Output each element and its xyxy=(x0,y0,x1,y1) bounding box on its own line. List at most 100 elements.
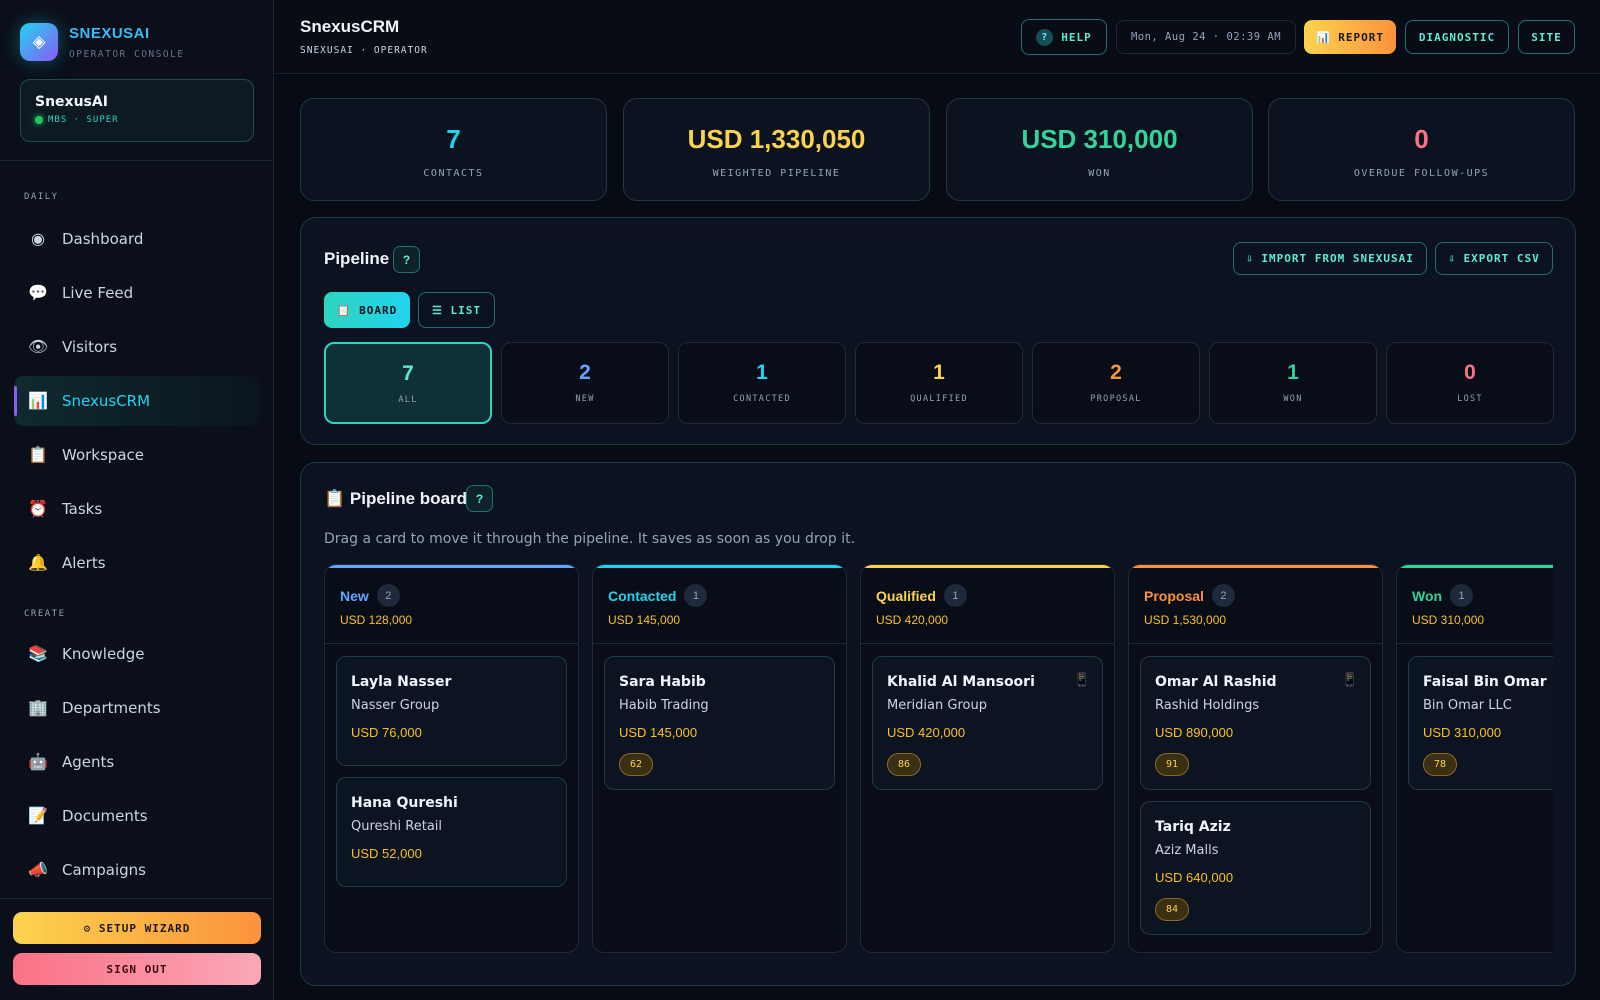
company-name: Habib Trading xyxy=(619,698,709,713)
deal-card[interactable]: Omar Al Rashid Rashid Holdings USD 890,000… xyxy=(1140,656,1371,790)
list-view-button[interactable]: ☰ LIST xyxy=(418,292,495,328)
sidebar-item-snexuscrm[interactable]: 📊 SnexusCRM xyxy=(14,376,261,426)
account-card[interactable]: SnexusAI MBS · SUPER xyxy=(20,79,254,142)
deal-amount: USD 890,000 xyxy=(1155,725,1234,740)
knowledge-icon: 📚 xyxy=(28,646,48,663)
column-title: Contacted xyxy=(608,587,677,604)
column-count-badge: 1 xyxy=(684,584,708,607)
stat-value: 7 xyxy=(446,124,461,154)
kanban-column-qualified[interactable]: Qualified 1 USD 420,000 Khalid Al Mansoori M… xyxy=(860,564,1115,953)
kanban-column-won[interactable]: Won 1 USD 310,000 Faisal Bin Omar Bin Omar L… xyxy=(1396,564,1553,953)
stage-count: 7 xyxy=(402,362,414,385)
sidebar-item-label: Workspace xyxy=(62,446,144,464)
pipeline-panel: Pipeline ? ⇩ IMPORT FROM SNEXUSAI ⇩ EXPO… xyxy=(300,217,1576,445)
sidebar-item-label: SnexusCRM xyxy=(62,392,151,410)
import-from-snexusai-button[interactable]: ⇩ IMPORT FROM SNEXUSAI xyxy=(1233,242,1427,275)
stage-filter-contacted[interactable]: 1 CONTACTED xyxy=(678,342,846,424)
deal-amount: USD 145,000 xyxy=(619,725,698,740)
sidebar-item-agents[interactable]: 🤖 Agents xyxy=(14,737,261,787)
column-count-badge: 1 xyxy=(943,584,967,607)
sidebar: ◈ SNEXUSAI OPERATOR CONSOLE SnexusAI MBS… xyxy=(0,0,274,1000)
sidebar-item-tasks[interactable]: ⏰ Tasks xyxy=(14,484,261,534)
brand-logo-icon: ◈ xyxy=(20,23,58,61)
lead-score-badge: 84 xyxy=(1155,898,1189,921)
deal-amount: USD 76,000 xyxy=(351,725,422,740)
sidebar-item-workspace[interactable]: 📋 Workspace xyxy=(14,430,261,480)
stage-filter-lost[interactable]: 0 LOST xyxy=(1386,342,1554,424)
topbar: SnexusCRM SNEXUSAI · OPERATOR ? HELP Mon… xyxy=(275,0,1600,74)
kanban-column-proposal[interactable]: Proposal 2 USD 1,530,000 Omar Al Rashid Rash… xyxy=(1128,564,1383,953)
deal-amount: USD 640,000 xyxy=(1155,870,1234,885)
company-name: Bin Omar LLC xyxy=(1423,698,1512,713)
deal-card[interactable]: Tariq Aziz Aziz Malls USD 640,000 84 xyxy=(1140,801,1371,935)
deal-card[interactable]: Khalid Al Mansoori Meridian Group USD 420,… xyxy=(872,656,1103,790)
stage-filter-proposal[interactable]: 2 PROPOSAL xyxy=(1032,342,1200,424)
kanban-column-new[interactable]: New 2 USD 128,000 Layla Nasser Nasser Group U… xyxy=(324,564,579,953)
phone-icon[interactable]: 📱 xyxy=(1342,672,1358,688)
column-divider xyxy=(593,643,846,644)
stage-label: ALL xyxy=(398,395,418,405)
sidebar-item-label: Live Feed xyxy=(62,284,134,302)
column-total: USD 145,000 xyxy=(608,613,681,627)
stat-value: 0 xyxy=(1414,124,1429,154)
stat-label: WEIGHTED PIPELINE xyxy=(712,168,841,179)
stage-label: WON xyxy=(1283,394,1303,404)
sidebar-item-live-feed[interactable]: 💬 Live Feed xyxy=(14,268,261,318)
stage-filter-new[interactable]: 2 NEW xyxy=(501,342,669,424)
brand: ◈ SNEXUSAI OPERATOR CONSOLE xyxy=(20,23,185,61)
column-title: Won xyxy=(1412,587,1443,604)
stage-filter-qualified[interactable]: 1 QUALIFIED xyxy=(855,342,1023,424)
column-divider xyxy=(1397,643,1553,644)
column-accent-bar xyxy=(593,565,846,568)
site-button[interactable]: SITE xyxy=(1518,20,1575,54)
deal-amount: USD 420,000 xyxy=(887,725,966,740)
contact-name: Tariq Aziz xyxy=(1155,819,1231,835)
sidebar-item-dashboard[interactable]: ◉ Dashboard xyxy=(14,214,261,264)
setup-wizard-button[interactable]: ⚙ SETUP WIZARD xyxy=(13,912,261,944)
stage-count: 1 xyxy=(1287,361,1299,384)
stat-value: USD 310,000 xyxy=(1021,124,1178,154)
column-header: New 2 xyxy=(340,584,400,607)
deal-amount: USD 52,000 xyxy=(351,846,422,861)
deal-amount: USD 310,000 xyxy=(1423,725,1502,740)
board-view-button[interactable]: 📋 BOARD xyxy=(324,292,410,328)
stat-label: CONTACTS xyxy=(423,168,484,179)
sidebar-item-documents[interactable]: 📝 Documents xyxy=(14,791,261,841)
sidebar-item-departments[interactable]: 🏢 Departments xyxy=(14,683,261,733)
sidebar-item-alerts[interactable]: 🔔 Alerts xyxy=(14,538,261,588)
deal-card[interactable]: Sara Habib Habib Trading USD 145,000 62 xyxy=(604,656,835,790)
pipeline-board-description: Drag a card to move it through the pipel… xyxy=(324,531,856,547)
documents-icon: 📝 xyxy=(28,808,48,825)
sidebar-item-label: Dashboard xyxy=(62,230,144,248)
company-name: Qureshi Retail xyxy=(351,819,443,834)
contact-name: Faisal Bin Omar xyxy=(1423,674,1547,690)
stage-filter-all[interactable]: 7 ALL xyxy=(324,342,492,424)
stage-count: 0 xyxy=(1464,361,1476,384)
sidebar-item-knowledge[interactable]: 📚 Knowledge xyxy=(14,629,261,679)
sidebar-item-visitors[interactable]: 👁 Visitors xyxy=(14,322,261,372)
kanban-columns[interactable]: New 2 USD 128,000 Layla Nasser Nasser Group U… xyxy=(324,564,1553,954)
report-button[interactable]: 📊 REPORT xyxy=(1304,20,1396,54)
help-icon: ? xyxy=(1036,28,1054,46)
deal-card[interactable]: Hana Qureshi Qureshi Retail USD 52,000 xyxy=(336,777,567,887)
deal-card[interactable]: Faisal Bin Omar Bin Omar LLC USD 310,000 78 xyxy=(1408,656,1553,790)
column-count-badge: 1 xyxy=(1450,584,1474,607)
sign-out-button[interactable]: SIGN OUT xyxy=(13,953,261,985)
sidebar-item-campaigns[interactable]: 📣 Campaigns xyxy=(14,845,261,895)
help-button[interactable]: ? HELP xyxy=(1021,19,1107,55)
lead-score-badge: 62 xyxy=(619,753,653,776)
export-csv-button[interactable]: ⇩ EXPORT CSV xyxy=(1435,242,1553,275)
column-accent-bar xyxy=(861,565,1114,568)
contact-name: Layla Nasser xyxy=(351,674,452,690)
deal-card[interactable]: Layla Nasser Nasser Group USD 76,000 xyxy=(336,656,567,766)
stage-filter-won[interactable]: 1 WON xyxy=(1209,342,1377,424)
stage-count: 1 xyxy=(933,361,945,384)
lead-score-badge: 78 xyxy=(1423,753,1457,776)
phone-icon[interactable]: 📱 xyxy=(1074,672,1090,688)
column-title: New xyxy=(340,587,369,604)
diagnostic-button[interactable]: DIAGNOSTIC xyxy=(1405,20,1509,54)
kanban-column-contacted[interactable]: Contacted 1 USD 145,000 Sara Habib Habib Tra… xyxy=(592,564,847,953)
pipeline-help-button[interactable]: ? xyxy=(393,246,420,273)
pipeline-board-help-button[interactable]: ? xyxy=(466,485,493,512)
contact-name: Khalid Al Mansoori xyxy=(887,674,1035,690)
